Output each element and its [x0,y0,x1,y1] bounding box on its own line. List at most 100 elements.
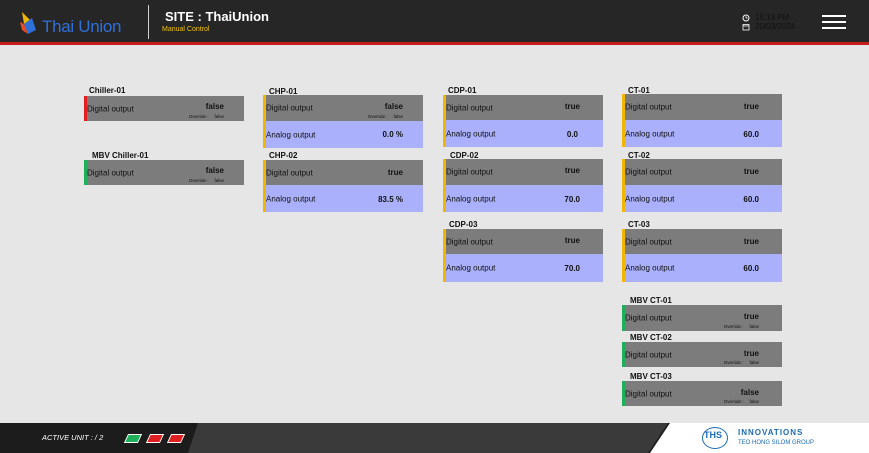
footer-center-band [188,423,668,453]
digital-output-label: Digital output [625,389,672,398]
digital-output-value: true [743,312,759,321]
analog-output-value: 60.0 [743,130,759,139]
analog-output-label: Analog output [266,194,316,203]
digital-output-label: Digital output [625,237,672,246]
override-text: Override : false [188,114,224,119]
analog-output-value: 0.0 [566,130,578,139]
date-text: 20/03/2024 [755,22,796,31]
hamburger-icon [822,15,846,17]
digital-output-label: Digital output [446,237,493,246]
digital-output-value: false [205,166,224,175]
digital-output-value: true [564,102,580,111]
digital-output-label: Digital output [266,168,313,177]
unit-title-mbv-chiller-01: MBV Chiller-01 [92,151,149,160]
digital-output-value: true [564,236,580,245]
ths-innovations-logo: THS INNOVATIONS TEO HONG SILOM GROUP [650,423,869,453]
digital-output-value: true [387,168,403,177]
time-text: 15:13 PM [755,13,790,22]
analog-output-row[interactable]: Analog output 70.0 [443,185,603,212]
unit-title-chiller-01: Chiller-01 [89,86,126,95]
digital-output-row[interactable]: Digital output true Override : false [622,342,782,367]
unit-indicator-3[interactable] [166,434,186,443]
digital-output-row[interactable]: Digital output true [263,160,423,185]
analog-output-label: Analog output [446,129,496,138]
datetime-display: 15:13 PM 20/03/2024 [742,13,869,31]
analog-output-label: Analog output [625,263,675,273]
analog-output-row[interactable]: Analog output 0.0 % [263,121,423,148]
thai-union-logo: Thai Union [18,10,133,38]
digital-output-label: Digital output [446,167,493,177]
site-title: SITE : ThaiUnion [165,9,269,24]
unit-title-cdp-01: CDP-01 [448,86,477,95]
analog-output-value: 70.0 [564,195,580,204]
active-unit-label: ACTIVE UNIT : / 2 [42,433,104,442]
digital-output-label: Digital output [625,167,672,177]
analog-output-value: 70.0 [564,264,580,273]
digital-output-label: Digital output [446,103,493,112]
unit-title-cdp-03: CDP-03 [449,220,478,229]
digital-output-value: false [740,388,759,397]
company-name: INNOVATIONS [738,428,804,437]
digital-output-row[interactable]: Digital output true [443,159,603,185]
page-subtitle: Manual Control [162,26,210,33]
unit-title-mbv-ct-01: MBV CT-01 [630,296,672,305]
analog-output-row[interactable]: Analog output 60.0 [622,254,782,282]
analog-output-value: 0.0 % [382,130,403,139]
digital-output-row[interactable]: Digital output false Override : false [84,160,244,185]
digital-output-row[interactable]: Digital output false Override : false [263,95,423,121]
analog-output-row[interactable]: Analog output 60.0 [622,185,782,212]
digital-output-label: Digital output [625,350,672,359]
analog-output-value: 83.5 % [378,195,403,204]
digital-output-row[interactable]: Digital output true [622,229,782,254]
analog-output-label: Analog output [266,130,316,139]
digital-output-row[interactable]: Digital output true [622,159,782,185]
override-text: Override : false [367,114,403,119]
digital-output-label: Digital output [266,103,313,113]
digital-output-row[interactable]: Digital output true [443,229,603,254]
digital-output-value: true [564,166,580,175]
override-text: Override : false [188,178,224,183]
company-group: TEO HONG SILOM GROUP [738,440,815,446]
analog-output-label: Analog output [625,194,675,203]
digital-output-label: Digital output [625,313,672,323]
analog-output-label: Analog output [625,129,675,138]
clock-icon [742,14,750,21]
digital-output-value: false [205,102,224,111]
analog-output-row[interactable]: Analog output 60.0 [622,120,782,147]
brand-name: Thai Union [42,17,122,36]
override-text: Override : false [723,324,759,329]
analog-output-value: 60.0 [743,195,759,204]
digital-output-row[interactable]: Digital output false Override : false [622,381,782,406]
digital-output-row[interactable]: Digital output false Override : false [84,96,244,121]
header-divider [148,5,149,39]
digital-output-value: true [743,167,759,176]
ths-mark: THS [704,430,722,440]
analog-output-row[interactable]: Analog output 70.0 [443,254,603,282]
digital-output-row[interactable]: Digital output true [622,94,782,120]
analog-output-label: Analog output [446,263,496,273]
override-text: Override : false [723,360,759,365]
analog-output-label: Analog output [446,194,496,203]
digital-output-value: false [384,102,403,111]
top-bar: Thai Union SITE : ThaiUnion Manual Contr… [0,0,869,45]
digital-output-label: Digital output [87,168,134,177]
unit-indicator-2[interactable] [145,434,165,443]
unit-title-ct-03: CT-03 [628,220,650,229]
digital-output-value: true [743,349,759,358]
hamburger-menu-button[interactable] [822,15,846,30]
digital-output-value: true [743,102,759,111]
analog-output-row[interactable]: Analog output 83.5 % [263,185,423,212]
unit-indicator-1[interactable] [123,434,143,443]
digital-output-row[interactable]: Digital output true Override : false [622,305,782,331]
digital-output-label: Digital output [87,104,134,113]
digital-output-row[interactable]: Digital output true [443,95,603,120]
analog-output-row[interactable]: Analog output 0.0 [443,120,603,147]
unit-title-mbv-ct-02: MBV CT-02 [630,333,672,342]
bottom-bar: ACTIVE UNIT : / 2 THS INNOVATIONS TEO HO… [0,423,869,453]
override-text: Override : false [723,399,759,404]
logo-mark-icon [20,12,36,34]
analog-output-value: 60.0 [743,264,759,273]
digital-output-value: true [743,237,759,246]
unit-title-mbv-ct-03: MBV CT-03 [630,372,672,381]
digital-output-label: Digital output [625,102,672,112]
